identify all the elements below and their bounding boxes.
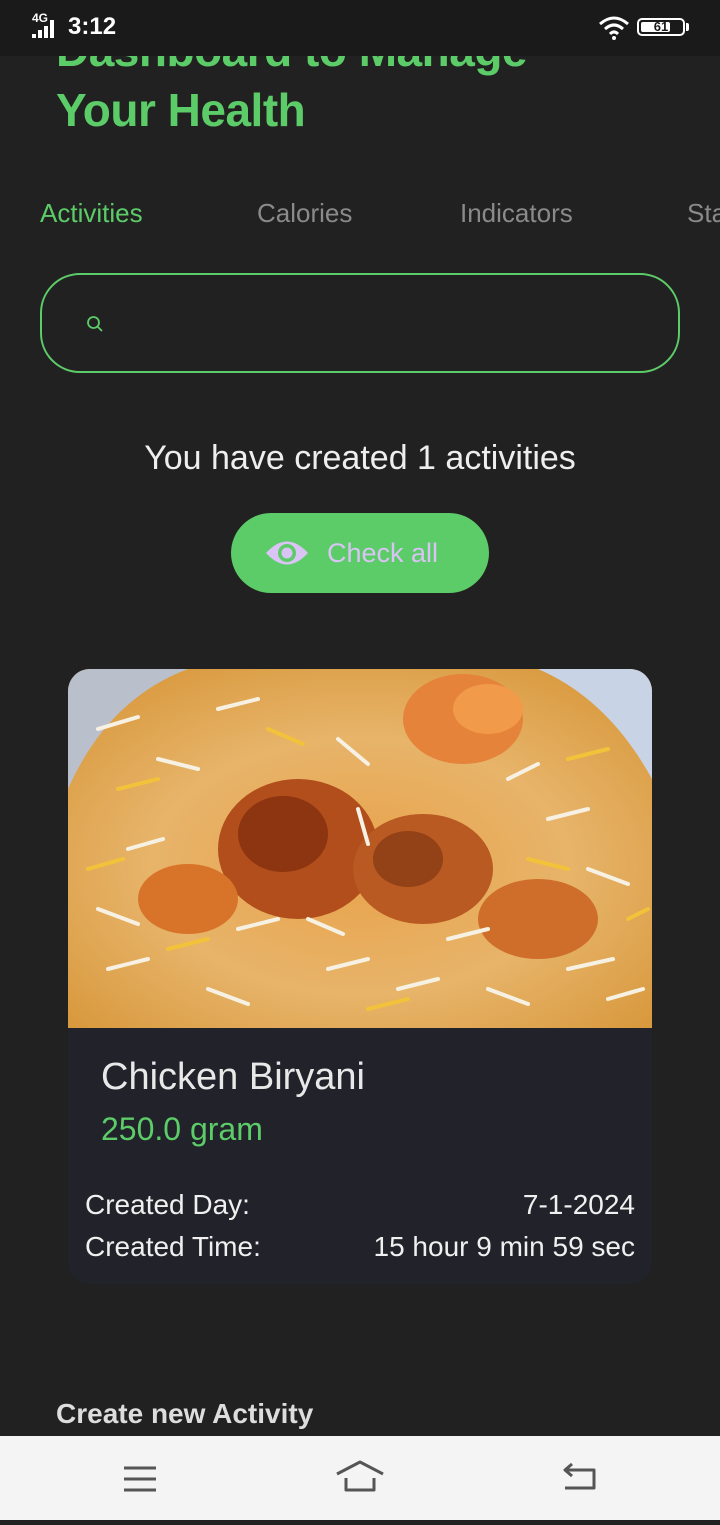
search-icon xyxy=(87,316,103,332)
tab-bar: Activities Calories Indicators Sta xyxy=(0,190,720,240)
create-activity-heading: Create new Activity xyxy=(56,1398,314,1429)
activity-name: Chicken Biryani xyxy=(101,1056,365,1098)
food-photo xyxy=(68,669,652,1028)
eye-icon xyxy=(266,541,308,565)
tab-activities[interactable]: Activities xyxy=(40,190,143,236)
tab-statistics[interactable]: Sta xyxy=(687,190,720,236)
created-day-value: 7-1-2024 xyxy=(522,1189,635,1220)
wifi-icon xyxy=(599,16,629,40)
activity-quantity: 250.0 gram xyxy=(101,1111,263,1147)
home-icon xyxy=(336,1460,384,1492)
menu-icon xyxy=(124,1466,156,1492)
tab-indicators[interactable]: Indicators xyxy=(460,190,573,236)
check-all-label: Check all xyxy=(327,538,439,568)
created-day-label: Created Day: xyxy=(85,1189,250,1220)
tab-calories[interactable]: Calories xyxy=(257,190,352,236)
search-box[interactable] xyxy=(40,273,680,373)
signal-icon: 4G xyxy=(32,12,62,42)
activity-count-text: You have created 1 activities xyxy=(144,439,576,477)
system-nav-bar xyxy=(0,1436,720,1520)
battery-level: 61 xyxy=(653,19,669,34)
created-time-value: 15 hour 9 min 59 sec xyxy=(373,1231,636,1262)
page-title-line-2: Your Health xyxy=(56,84,306,136)
check-all-button[interactable]: Check all xyxy=(231,513,489,593)
status-bar: 4G 3:12 61 xyxy=(0,0,720,56)
created-time-label: Created Time: xyxy=(85,1231,261,1262)
home-button[interactable] xyxy=(310,1436,410,1520)
back-icon xyxy=(563,1462,596,1490)
menu-button[interactable] xyxy=(90,1436,190,1520)
clock: 3:12 xyxy=(68,13,117,40)
search-input[interactable] xyxy=(122,299,646,349)
battery-icon: 61 xyxy=(637,18,685,36)
activity-card[interactable]: Chicken Biryani 250.0 gram Created Day: … xyxy=(68,669,652,1284)
back-button[interactable] xyxy=(530,1436,630,1520)
